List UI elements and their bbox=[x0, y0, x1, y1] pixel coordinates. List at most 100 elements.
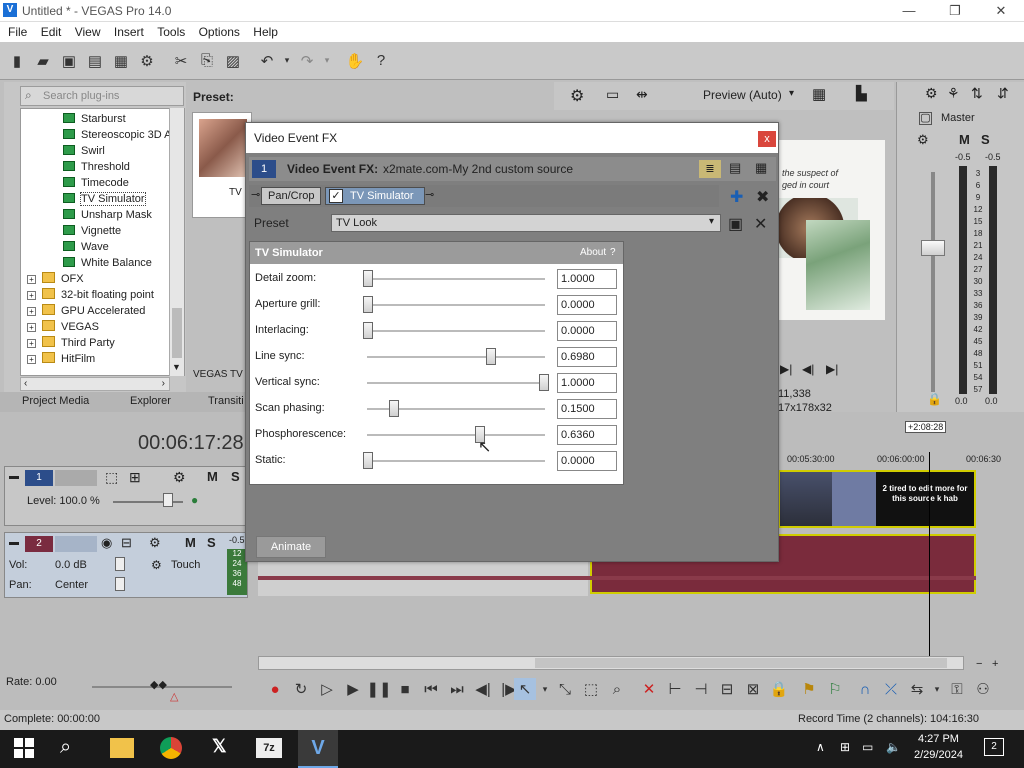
edit-details-icon[interactable]: ✋ bbox=[344, 50, 366, 72]
expand-icon[interactable]: + bbox=[27, 323, 36, 332]
param-slider[interactable] bbox=[367, 434, 545, 436]
collapse-icon[interactable]: ▬ bbox=[9, 537, 19, 548]
tree-folder[interactable]: +32-bit floating point bbox=[27, 287, 154, 303]
redo-dropdown-icon[interactable]: ▾ bbox=[322, 50, 332, 72]
tab-explorer[interactable]: Explorer bbox=[130, 395, 171, 407]
show-hidden-icon[interactable]: ∧ bbox=[816, 740, 825, 754]
play-from-start-icon[interactable]: ▷ bbox=[316, 678, 338, 700]
param-slider[interactable] bbox=[367, 356, 545, 358]
save-as-icon[interactable]: ▤ bbox=[84, 50, 106, 72]
menu-insert[interactable]: Insert bbox=[114, 25, 144, 39]
start-button-icon[interactable] bbox=[14, 738, 34, 758]
network-icon[interactable]: ⊞ bbox=[840, 740, 850, 754]
tree-item[interactable]: Timecode bbox=[63, 175, 129, 191]
rate-slider-knob[interactable]: ◆◆ bbox=[150, 678, 167, 691]
fx-enable-checkbox[interactable]: ✓ bbox=[329, 189, 343, 203]
notifications-icon[interactable]: 2 bbox=[984, 738, 1004, 756]
preset-select[interactable]: TV Look bbox=[331, 214, 721, 232]
track-fx-icon[interactable]: ⊞ bbox=[129, 469, 141, 486]
split-screen-icon[interactable]: ⇹ bbox=[636, 86, 648, 103]
pan-slider-knob[interactable] bbox=[115, 577, 125, 591]
preset-dropdown-icon[interactable]: ▾ bbox=[709, 216, 714, 227]
composite-mode-icon[interactable]: ● bbox=[191, 493, 198, 507]
clock-date[interactable]: 2/29/2024 bbox=[914, 749, 963, 761]
preview-quality-label[interactable]: Preview (Auto) bbox=[703, 88, 782, 102]
expand-icon[interactable]: + bbox=[27, 355, 36, 364]
tree-folder[interactable]: + HitFilm bbox=[27, 351, 95, 367]
param-slider[interactable] bbox=[367, 330, 545, 332]
loop-icon[interactable]: ↻ bbox=[290, 678, 312, 700]
master-dim-icon[interactable]: ⇵ bbox=[997, 85, 1009, 102]
param-slider-knob[interactable] bbox=[363, 452, 373, 469]
plugin-chain-icon[interactable]: ✚ bbox=[730, 187, 743, 207]
search-taskbar-icon[interactable]: ⌕ bbox=[60, 736, 71, 759]
lock-icon[interactable]: 🔒 bbox=[927, 392, 942, 406]
param-value-field[interactable]: 1.0000 bbox=[557, 269, 617, 289]
zoom-in-button[interactable]: + bbox=[992, 658, 998, 670]
master-fx-icon[interactable]: ⚘ bbox=[947, 85, 960, 102]
master-mute-button[interactable]: M bbox=[959, 132, 970, 147]
open-icon[interactable]: ▰ bbox=[32, 50, 54, 72]
lock-envelopes-icon[interactable]: 🔒 bbox=[768, 678, 790, 700]
auto-ripple-icon[interactable]: ⇆ bbox=[906, 678, 928, 700]
tree-item[interactable]: Swirl bbox=[63, 143, 105, 159]
tree-scrollbar[interactable] bbox=[169, 108, 184, 376]
menu-edit[interactable]: Edit bbox=[41, 25, 62, 39]
zoom-tool-icon[interactable]: ⌕ bbox=[606, 678, 628, 700]
param-slider-knob[interactable] bbox=[363, 296, 373, 313]
master-fader-track[interactable] bbox=[931, 172, 935, 392]
paste-icon[interactable]: ▨ bbox=[222, 50, 244, 72]
tree-item[interactable]: White Balance bbox=[63, 255, 152, 271]
chain-item-pan-crop[interactable]: Pan/Crop bbox=[261, 187, 322, 205]
preset-thumbnail[interactable]: TV bbox=[192, 112, 252, 218]
expand-icon[interactable]: + bbox=[27, 275, 36, 284]
plugin-tree[interactable]: Starburst Stereoscopic 3D A Swirl Thresh… bbox=[20, 108, 185, 376]
prev-frame-icon[interactable]: ◀| bbox=[472, 678, 494, 700]
render-icon[interactable]: ▦ bbox=[110, 50, 132, 72]
prev-frame-icon[interactable]: ▶| bbox=[780, 362, 792, 376]
about-link[interactable]: About bbox=[580, 247, 606, 258]
trim-end-icon[interactable]: ⊣ bbox=[690, 678, 712, 700]
param-value-field[interactable]: 0.6360 bbox=[557, 425, 617, 445]
tree-item-selected[interactable]: TV Simulator bbox=[63, 191, 146, 207]
solo-button[interactable]: S bbox=[231, 469, 240, 484]
track-settings-icon[interactable]: ⚙ bbox=[149, 535, 161, 551]
master-fader-knob[interactable] bbox=[921, 240, 945, 256]
tab-transitions[interactable]: Transiti bbox=[208, 395, 244, 407]
tree-folder[interactable]: + VEGAS bbox=[27, 319, 99, 335]
file-explorer-icon[interactable] bbox=[110, 738, 134, 758]
audio-track-header[interactable]: ▬ 2 ◉ ⊟ ⚙ M S Vol: 0.0 dB ⚙ Touch Pan: C… bbox=[4, 532, 248, 598]
clock-time[interactable]: 4:27 PM bbox=[918, 733, 959, 745]
new-project-icon[interactable]: ▮ bbox=[6, 50, 28, 72]
param-slider[interactable] bbox=[367, 382, 545, 384]
snapping-icon[interactable]: ∩ bbox=[854, 678, 876, 700]
playhead[interactable] bbox=[929, 452, 930, 662]
param-value-field[interactable]: 0.1500 bbox=[557, 399, 617, 419]
tree-folder[interactable]: + OFX bbox=[27, 271, 84, 287]
whats-this-icon[interactable]: ? bbox=[370, 50, 392, 72]
scroll-down-icon[interactable]: ▼ bbox=[172, 362, 181, 372]
save-icon[interactable]: ▣ bbox=[58, 50, 80, 72]
collapse-icon[interactable]: ▬ bbox=[9, 471, 19, 482]
properties-icon[interactable]: ⚙ bbox=[136, 50, 158, 72]
tree-folder[interactable]: + GPU Accelerated bbox=[27, 303, 145, 319]
track-fx-icon[interactable]: ⊟ bbox=[121, 535, 132, 551]
copy-snapshot-icon[interactable]: ▙ bbox=[856, 85, 867, 102]
grid-overlay-icon[interactable]: ▦ bbox=[812, 85, 826, 103]
step-forward-icon[interactable]: ▶| bbox=[826, 362, 838, 376]
mute-button[interactable]: M bbox=[207, 469, 218, 484]
insert-region-icon[interactable]: ⚐ bbox=[824, 678, 846, 700]
go-to-end-icon[interactable]: ⏭ bbox=[446, 678, 468, 700]
param-slider-knob[interactable] bbox=[485, 348, 496, 365]
tab-project-media[interactable]: Project Media bbox=[22, 395, 89, 407]
pause-icon[interactable]: ❚❚ bbox=[366, 678, 391, 700]
tool-dropdown-icon[interactable]: ▾ bbox=[540, 678, 550, 700]
master-fx-chain-icon[interactable]: ⚙ bbox=[917, 132, 929, 148]
menu-view[interactable]: View bbox=[75, 25, 101, 39]
level-slider-knob[interactable] bbox=[163, 493, 173, 507]
x-app-icon[interactable]: 𝕏 bbox=[212, 736, 227, 757]
dialog-close-button[interactable]: x bbox=[758, 131, 776, 147]
view-grid-icon[interactable]: ▦ bbox=[755, 160, 767, 176]
redo-icon[interactable]: ↷ bbox=[296, 50, 318, 72]
param-slider-knob[interactable] bbox=[539, 374, 549, 391]
